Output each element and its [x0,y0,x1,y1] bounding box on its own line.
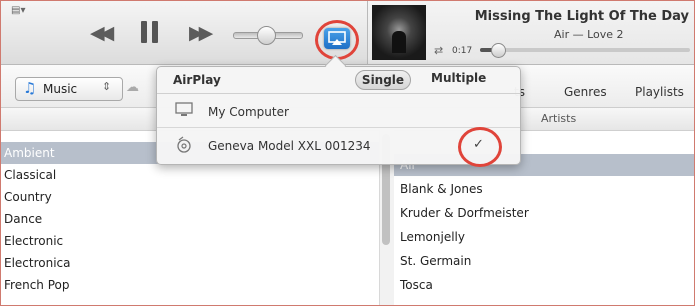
multiple-mode-button[interactable]: Multiple [431,71,486,85]
speaker-icon [175,136,193,158]
tab-playlists[interactable]: Playlists [635,85,684,99]
volume-slider[interactable] [233,26,303,45]
artist-album: Air — Love 2 [554,28,624,41]
single-mode-button[interactable]: Single [355,70,411,90]
updown-arrow-icon: ⇕ [102,80,112,93]
progress-bar[interactable] [480,43,690,58]
device-name: My Computer [208,105,289,119]
rewind-icon[interactable]: ◀◀ [90,23,114,43]
fast-forward-icon[interactable]: ▶▶ [189,23,213,43]
itunes-window: ▤▾ ◀◀ ▶▶ Missing The Light Of The Day Ai… [0,0,695,306]
device-geneva-speaker[interactable]: Geneva Model XXL 001234 ✓ [157,127,520,162]
list-item[interactable]: St. Germain [394,250,694,272]
artists-list: Air Blank & Jones Kruder & Dorfmeister L… [394,154,694,305]
cloud-icon[interactable]: ☁ [126,80,139,95]
device-name: Geneva Model XXL 001234 [208,139,371,153]
media-kind-select[interactable]: ♫ Music ⇕ [15,77,123,101]
album-art[interactable] [372,5,426,60]
list-item[interactable]: Lemonjelly [394,226,694,248]
music-note-icon: ♫ [23,79,37,97]
list-item[interactable]: Classical [1,164,379,186]
list-item[interactable]: Country [1,186,379,208]
airplay-popover: AirPlay Single Multiple My Computer Gene… [156,66,521,167]
list-item[interactable]: Dance [1,208,379,230]
tab-genres[interactable]: Genres [564,85,607,99]
volume-knob[interactable] [257,26,276,45]
checkmark-icon: ✓ [473,137,484,152]
device-my-computer[interactable]: My Computer [157,94,520,128]
airplay-icon [328,31,346,45]
progress-knob[interactable] [491,43,506,58]
list-item[interactable]: Blank & Jones [394,178,694,200]
elapsed-time: 0:17 [452,46,473,56]
pause-icon[interactable] [141,21,163,46]
genres-list: Ambient Classical Country Dance Electron… [1,142,379,305]
window-menu-icon[interactable]: ▤▾ [11,5,25,16]
repeat-icon[interactable]: ⇄ [434,44,443,57]
list-item[interactable]: Electronica [1,252,379,274]
media-kind-label: Music [43,82,78,96]
airplay-button[interactable] [324,28,350,49]
now-playing-display: Missing The Light Of The Day Air — Love … [367,1,694,64]
list-item[interactable]: Electronic [1,230,379,252]
list-item[interactable]: French Pop [1,274,379,296]
list-item[interactable]: Tosca [394,274,694,296]
list-item[interactable]: Kruder & Dorfmeister [394,202,694,224]
computer-icon [175,102,193,122]
artists-header[interactable]: Artists [541,112,576,125]
player-toolbar: ▤▾ ◀◀ ▶▶ Missing The Light Of The Day Ai… [1,1,694,65]
popover-title: AirPlay [173,73,221,87]
song-title: Missing The Light Of The Day [474,9,689,24]
